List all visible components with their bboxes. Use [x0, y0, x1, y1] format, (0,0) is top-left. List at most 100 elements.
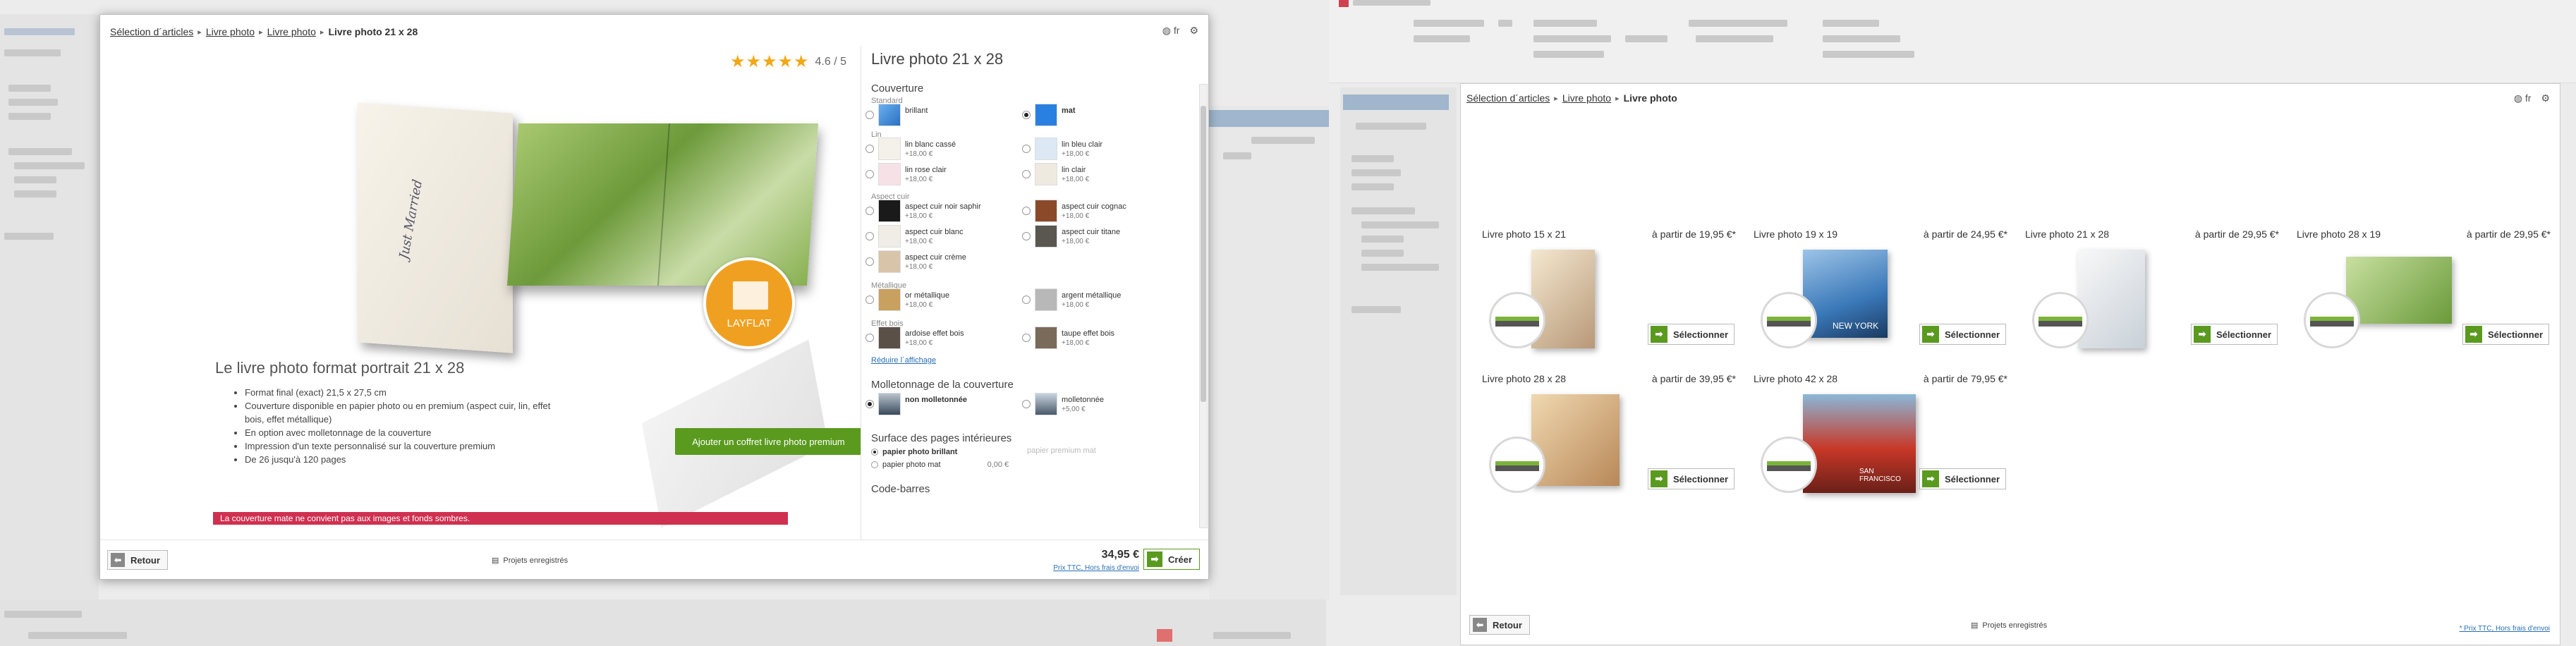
- swatch: [1035, 104, 1057, 126]
- pages-option-matte[interactable]: papier photo mat 0,00 €: [871, 461, 1009, 469]
- option-price: +18,00 €: [905, 263, 933, 271]
- cover-option-cuir-cognac[interactable]: aspect cuir cognac +18,00 €: [1022, 200, 1170, 222]
- gear-icon[interactable]: ⚙: [1189, 25, 1198, 37]
- option-price: +18,00 €: [1062, 150, 1090, 158]
- option-price: +18,00 €: [905, 176, 933, 183]
- select-label: Sélectionner: [1945, 329, 2000, 340]
- cover-option-ardoise[interactable]: ardoise effet bois +18,00 €: [865, 327, 1014, 349]
- cover-title: SAN FRANCISCO: [1859, 468, 1901, 483]
- arrow-right-icon: ➡: [1651, 470, 1667, 487]
- product-name: Livre photo 19 x 19: [1754, 228, 1838, 240]
- select-button[interactable]: ➡ Sélectionner: [1648, 324, 1735, 345]
- breadcrumb-link-photobook-2[interactable]: Livre photo: [267, 26, 316, 37]
- cover-script-text: Just Married: [396, 178, 426, 261]
- select-button[interactable]: ➡ Sélectionner: [2191, 324, 2278, 345]
- cover-option-lin-clair[interactable]: lin clair +18,00 €: [1022, 163, 1170, 185]
- select-label: Sélectionner: [2216, 329, 2272, 340]
- options-scrollbar[interactable]: [1199, 84, 1208, 528]
- product-tile-28x28[interactable]: Livre photo 28 x 28 à partir de 39,95 €*…: [1482, 373, 1736, 507]
- cover-option-lin-blanc[interactable]: lin blanc cassé +18,00 €: [865, 138, 1014, 160]
- product-tile-19x19[interactable]: Livre photo 19 x 19 à partir de 24,95 €*…: [1754, 228, 2007, 362]
- language-code: fr: [2525, 92, 2532, 104]
- arrow-right-icon: ➡: [1922, 470, 1939, 487]
- background-toolbar-right: [1329, 0, 2576, 83]
- cover-option-taupe[interactable]: taupe effet bois +18,00 €: [1022, 327, 1170, 349]
- cover-option-or[interactable]: or métallique +18,00 €: [865, 288, 1014, 311]
- back-button[interactable]: ⬅ Retour: [1469, 615, 1530, 635]
- option-name: aspect cuir noir saphir: [905, 202, 981, 211]
- breadcrumb-link-article-selection[interactable]: Sélection d´articles: [1466, 92, 1550, 104]
- feature-item: Format final (exact) 21,5 x 27,5 cm: [245, 386, 562, 399]
- rating: ★★★★★ 4.6 / 5: [730, 51, 846, 72]
- book-icon: [733, 281, 768, 310]
- padding-option-none[interactable]: non molletonnée: [865, 393, 1014, 415]
- product-tile-15x21[interactable]: Livre photo 15 x 21 à partir de 19,95 €*…: [1482, 228, 1736, 362]
- cover-option-lin-bleu[interactable]: lin bleu clair +18,00 €: [1022, 138, 1170, 160]
- product-price: à partir de 24,95 €*: [1923, 228, 2007, 240]
- option-price: +18,00 €: [905, 238, 933, 245]
- cover-section-title: Couverture: [871, 83, 924, 95]
- breadcrumb-link-photobook[interactable]: Livre photo: [206, 26, 255, 37]
- layflat-label: LAYFLAT: [727, 317, 772, 329]
- arrow-right-icon: ➡: [1147, 551, 1163, 567]
- option-name: ardoise effet bois: [905, 329, 964, 338]
- globe-icon: ◍: [1162, 25, 1171, 36]
- cover-option-lin-rose[interactable]: lin rose clair +18,00 €: [865, 163, 1014, 185]
- gear-icon[interactable]: ⚙: [2541, 92, 2550, 104]
- cover-option-cuir-creme[interactable]: aspect cuir crème +18,00 €: [865, 250, 1014, 273]
- cover-option-cuir-blanc[interactable]: aspect cuir blanc +18,00 €: [865, 225, 1014, 248]
- cover-option-argent[interactable]: argent métallique +18,00 €: [1022, 288, 1170, 311]
- product-tile-21x28[interactable]: Livre photo 21 x 28 à partir de 29,95 €*…: [2025, 228, 2279, 362]
- select-button[interactable]: ➡ Sélectionner: [1919, 468, 2007, 489]
- option-name: lin bleu clair: [1062, 140, 1103, 149]
- cover-option-cuir-titane[interactable]: aspect cuir titane +18,00 €: [1022, 225, 1170, 248]
- cover-option-mat[interactable]: mat: [1022, 104, 1170, 126]
- globe-icon: ◍: [2513, 92, 2522, 104]
- language-selector[interactable]: ◍ fr: [2514, 92, 2532, 104]
- product-thumbnail: [1531, 394, 1620, 486]
- product-config-window: Sélection d´articles ▸ Livre photo ▸ Livre…: [99, 14, 1209, 580]
- radio[interactable]: [865, 111, 874, 119]
- feature-item: Impression d'un texte personnalisé sur l…: [245, 439, 562, 453]
- price-note-link[interactable]: * Prix TTC, Hors frais d'envoi: [2460, 625, 2550, 633]
- saved-projects-link[interactable]: ▤ Projets enregistrés: [492, 556, 568, 566]
- price-note-link[interactable]: Prix TTC, Hors frais d'envoi: [1053, 564, 1139, 572]
- window-footer: ⬅ Retour ▤ Projets enregistrés 34,95 € Pri…: [100, 540, 1208, 579]
- binding-detail: [2032, 292, 2089, 348]
- saved-projects-link[interactable]: ▤ Projets enregistrés: [1971, 621, 2047, 630]
- breadcrumb-link-article-selection[interactable]: Sélection d´articles: [110, 26, 193, 37]
- product-tile-42x28[interactable]: Livre photo 42 x 28 à partir de 79,95 €*…: [1754, 373, 2007, 507]
- back-button[interactable]: ⬅ Retour: [107, 550, 168, 570]
- cover-option-brillant[interactable]: brillant: [865, 104, 1014, 126]
- cover-warning-bar: La couverture mate ne convient pas aux i…: [213, 512, 788, 525]
- create-button[interactable]: ➡ Créer: [1143, 549, 1200, 570]
- select-button[interactable]: ➡ Sélectionner: [2462, 324, 2550, 345]
- background-sidebar-left: [0, 14, 99, 646]
- add-premium-box-button[interactable]: Ajouter un coffret livre photo premium: [675, 428, 862, 455]
- back-label: Retour: [1493, 619, 1522, 630]
- select-button[interactable]: ➡ Sélectionner: [1648, 468, 1735, 489]
- product-tile-28x19[interactable]: Livre photo 28 x 19 à partir de 29,95 €*…: [2297, 228, 2551, 362]
- breadcrumb-link-photobook[interactable]: Livre photo: [1562, 92, 1611, 104]
- cover-option-cuir-noir[interactable]: aspect cuir noir saphir +18,00 €: [865, 200, 1014, 222]
- select-button[interactable]: ➡ Sélectionner: [1919, 324, 2007, 345]
- product-name: Livre photo 21 x 28: [2025, 228, 2110, 240]
- reduce-display-link[interactable]: Réduire l´affichage: [871, 356, 936, 365]
- option-price: +18,00 €: [905, 301, 933, 309]
- arrow-right-icon: ➡: [1922, 326, 1939, 343]
- pages-option-glossy[interactable]: papier photo brillant: [871, 448, 957, 456]
- feature-item: En option avec molletonnage de la couver…: [245, 426, 562, 439]
- option-price: +18,00 €: [1062, 339, 1090, 347]
- option-price: +5,00 €: [1062, 406, 1086, 413]
- option-price: +18,00 €: [1062, 176, 1090, 183]
- rating-stars: ★★★★★: [729, 52, 810, 71]
- option-name: mat: [1062, 106, 1076, 115]
- book-cover-image: Just Married: [358, 102, 513, 353]
- language-code: fr: [1173, 25, 1180, 36]
- radio-selected[interactable]: [1022, 111, 1031, 119]
- option-name: aspect cuir titane: [1062, 228, 1121, 236]
- feature-list: Format final (exact) 21,5 x 27,5 cm Couv…: [245, 386, 562, 466]
- padding-option-padded[interactable]: molletonnée +5,00 €: [1022, 393, 1170, 415]
- language-selector[interactable]: ◍ fr: [1162, 25, 1180, 37]
- option-price: +18,00 €: [1062, 238, 1090, 245]
